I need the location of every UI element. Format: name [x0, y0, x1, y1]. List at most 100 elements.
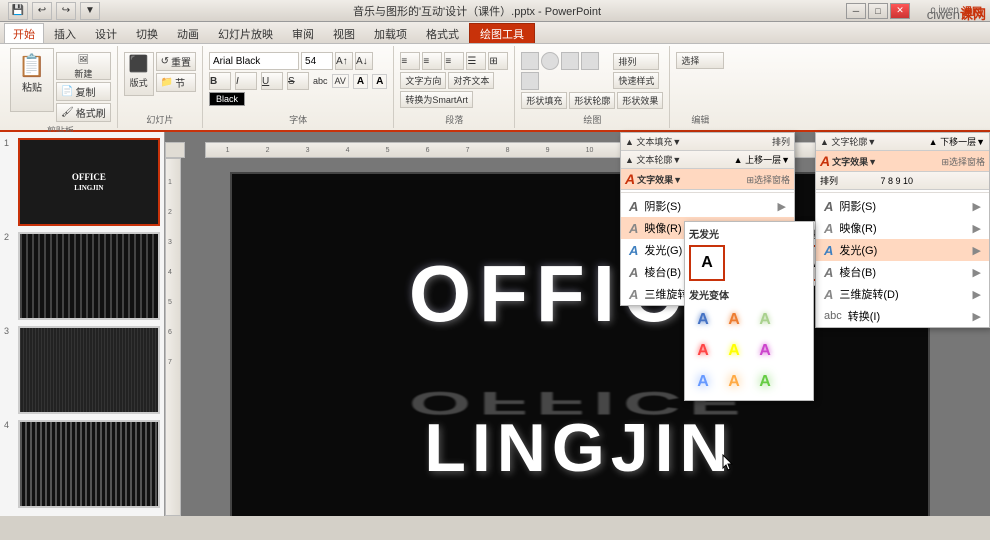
font-color-button[interactable]: A: [372, 74, 387, 89]
align-left-button[interactable]: ≡: [400, 52, 420, 70]
shape-outline-button[interactable]: 形状轮廓: [569, 92, 615, 109]
arrange-label-left: 排列: [772, 135, 790, 148]
glow-sample-orange2[interactable]: A: [720, 368, 748, 396]
increase-font-button[interactable]: A↑: [335, 52, 353, 70]
font-color-button-A[interactable]: A: [353, 74, 368, 89]
font-color-indicator[interactable]: Black: [209, 92, 245, 106]
glow-sample-green[interactable]: A: [751, 306, 779, 334]
ribbon: 📋 粘贴 🖼新建 幻灯片 📄复制 🖌格式刷 剪贴板 ⬛ 版式: [0, 44, 990, 132]
tab-slideshow[interactable]: 幻灯片放映: [209, 23, 282, 43]
text-direction-button[interactable]: 文字方向: [400, 72, 446, 89]
tab-insert[interactable]: 插入: [45, 23, 85, 43]
glow-item-right[interactable]: A 发光(G) ▶: [816, 239, 989, 261]
font-spacing-button[interactable]: AV: [332, 74, 349, 88]
reflection-arrow-right: ▶: [973, 222, 981, 235]
glow-sample-green2[interactable]: A: [751, 368, 779, 396]
text-effects-header-row-right[interactable]: A 文字效果▼ ⊞选择窗格: [816, 151, 989, 172]
ruler-corner: [165, 142, 185, 158]
no-glow-box[interactable]: A: [689, 245, 725, 281]
align-text-button[interactable]: 对齐文本: [448, 72, 494, 89]
select-button[interactable]: 选择: [676, 52, 724, 69]
shape-arrow[interactable]: [581, 52, 599, 70]
ribbon-group-font: A↑ A↓ B I U S abc AV A A Black 字体: [203, 46, 394, 128]
ribbon-group-editing: 选择 编辑: [670, 46, 730, 128]
text-outline-label-right: ▲ 文字轮廓▼: [820, 135, 876, 148]
slide-thumb-2[interactable]: [18, 232, 160, 320]
copy-button[interactable]: 📄复制: [56, 82, 111, 101]
glow-sample-orange[interactable]: A: [720, 306, 748, 334]
reflection-icon: A: [629, 221, 638, 236]
columns-button[interactable]: ⊞: [488, 52, 508, 70]
shape-effects-button[interactable]: 形状效果: [617, 92, 663, 109]
ribbon-group-slides: ⬛ 版式 ↺重置 📁节 幻灯片: [118, 46, 203, 128]
transform-item-right[interactable]: abc 转换(I) ▶: [816, 305, 989, 327]
format-painter-button[interactable]: 🖌格式刷: [56, 103, 111, 122]
shape-triangle[interactable]: [521, 72, 539, 90]
maximize-button[interactable]: □: [868, 3, 888, 19]
section-button[interactable]: 📁节: [156, 73, 196, 92]
tab-review[interactable]: 审阅: [283, 23, 323, 43]
slide-thumb-1[interactable]: OFFICE LINGJIN: [18, 138, 160, 226]
shape-fill-button[interactable]: 形状填充: [521, 92, 567, 109]
slide-thumb-3[interactable]: [18, 326, 160, 414]
reset-button[interactable]: ↺重置: [156, 52, 196, 71]
slide-number-3: 3: [4, 326, 14, 336]
underline-button[interactable]: U: [261, 72, 283, 90]
italic-button[interactable]: I: [235, 72, 257, 90]
shape-ellipse[interactable]: [541, 52, 559, 70]
text-effects-header-row[interactable]: A 文字效果▼ ⊞选择窗格: [621, 169, 794, 190]
glow-samples-container: A A A A A A A A A: [689, 306, 809, 396]
customize-qa-button[interactable]: ▼: [80, 2, 100, 20]
ruler-vertical: 1 2 3 4 5 6 7: [165, 158, 181, 516]
decrease-font-button[interactable]: A↓: [355, 52, 373, 70]
glow-sample-blue2[interactable]: A: [689, 368, 717, 396]
justify-button[interactable]: ☰: [466, 52, 486, 70]
slide-thumb-container-1: 1 OFFICE LINGJIN: [4, 138, 160, 226]
tab-drawing-tools[interactable]: 绘图工具: [469, 23, 535, 43]
font-case-button[interactable]: abc: [313, 76, 328, 86]
upper-layer-label: ▲ 上移一层▼: [734, 153, 790, 166]
slide-thumb-container-2: 2: [4, 232, 160, 320]
save-button[interactable]: 💾: [8, 2, 28, 20]
ribbon-group-drawing: 排列 快速样式 形状填充 形状轮廓 形状效果 绘图: [515, 46, 670, 128]
quick-styles-button[interactable]: 快速样式: [613, 72, 659, 89]
tab-animations[interactable]: 动画: [168, 23, 208, 43]
bevel-item-right[interactable]: A 棱台(B) ▶: [816, 261, 989, 283]
glow-sample-yellow[interactable]: A: [720, 337, 748, 365]
select-format-label: ⊞选择窗格: [746, 173, 790, 186]
shape-line[interactable]: [561, 52, 579, 70]
strikethrough-button[interactable]: S: [287, 72, 309, 90]
shape-rect[interactable]: [521, 52, 539, 70]
align-right-button[interactable]: ≡: [444, 52, 464, 70]
paste-button[interactable]: 📋 粘贴: [10, 48, 54, 112]
align-center-button[interactable]: ≡: [422, 52, 442, 70]
minimize-button[interactable]: ─: [846, 3, 866, 19]
transform-icon-right: abc: [824, 310, 842, 322]
text-effects-label: 文字效果▼: [637, 173, 682, 186]
shadow-item-right[interactable]: A 阴影(S) ▶: [816, 195, 989, 217]
font-size-input[interactable]: [301, 52, 333, 70]
glow-sample-red[interactable]: A: [689, 337, 717, 365]
new-slide-button[interactable]: 🖼新建 幻灯片: [56, 52, 111, 80]
close-button[interactable]: ✕: [890, 3, 910, 19]
convert-smartart-button[interactable]: 转换为SmartArt: [400, 91, 473, 108]
tab-view[interactable]: 视图: [324, 23, 364, 43]
tab-addins[interactable]: 加载项: [365, 23, 416, 43]
undo-button[interactable]: ↩: [32, 2, 52, 20]
glow-sample-purple[interactable]: A: [751, 337, 779, 365]
bold-button[interactable]: B: [209, 72, 231, 90]
font-name-input[interactable]: [209, 52, 299, 70]
tab-format[interactable]: 格式式: [417, 23, 468, 43]
reflection-item-right[interactable]: A 映像(R) ▶: [816, 217, 989, 239]
3d-rotate-item-right[interactable]: A 三维旋转(D) ▶: [816, 283, 989, 305]
3d-rotate-icon-right: A: [824, 287, 833, 302]
arrange-button[interactable]: 排列: [613, 53, 659, 70]
glow-sample-blue[interactable]: A: [689, 306, 717, 334]
shadow-item[interactable]: A 阴影(S) ▶: [621, 195, 794, 217]
layout-button[interactable]: ⬛ 版式: [124, 52, 154, 96]
slide-thumb-4[interactable]: [18, 420, 160, 508]
tab-design[interactable]: 设计: [86, 23, 126, 43]
tab-home[interactable]: 开始: [4, 23, 44, 43]
redo-button[interactable]: ↪: [56, 2, 76, 20]
tab-transitions[interactable]: 切换: [127, 23, 167, 43]
